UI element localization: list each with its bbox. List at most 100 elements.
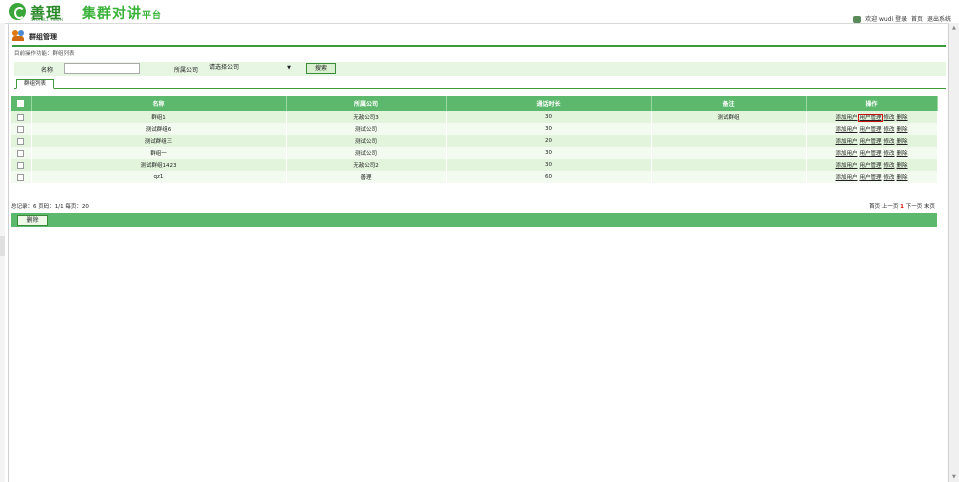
delete-link[interactable]: 删除 [897, 115, 908, 121]
cell-actions: 添加用户 用户管理 修改 删除 [806, 111, 938, 123]
table-row: 测试群组6 测试公司 30 添加用户 用户管理 修改 删除 [11, 123, 938, 135]
add-user-link[interactable]: 添加用户 [835, 163, 857, 169]
prev-page-link[interactable]: 上一页 [882, 204, 899, 210]
delete-link[interactable]: 删除 [897, 139, 908, 145]
bulk-delete-button[interactable]: 删除 [17, 215, 48, 226]
edit-link[interactable]: 修改 [884, 127, 895, 133]
cell-note [651, 147, 807, 159]
main-content: 群组管理 目前操作功能：群组列表 名称 所属公司 请选择公司 ▼ 搜索 群组列表 [8, 24, 949, 482]
table-row: 测试群组1423 无敌公司2 30 添加用户 用户管理 修改 删除 [11, 159, 938, 171]
chevron-down-icon: ▼ [287, 65, 291, 71]
checkbox-icon[interactable] [17, 125, 25, 133]
cell-note: 测试群组 [651, 111, 807, 123]
checkbox-icon[interactable] [17, 173, 25, 181]
name-search-input[interactable] [64, 63, 140, 74]
add-user-link[interactable]: 添加用户 [835, 151, 857, 157]
user-manage-link[interactable]: 用户管理 [859, 163, 881, 169]
cell-duration: 30 [446, 159, 652, 171]
cell-duration: 30 [446, 147, 652, 159]
pager: 首页 上一页 1 下一页 末页 [869, 202, 935, 210]
cell-actions: 添加用户 用户管理 修改 删除 [806, 159, 938, 171]
row-checkbox[interactable] [11, 147, 32, 159]
delete-link[interactable]: 删除 [897, 127, 908, 133]
cell-company: 测试公司 [286, 123, 447, 135]
tab-bar: 群组列表 [14, 79, 946, 89]
cell-company: 测试公司 [286, 147, 447, 159]
delete-link[interactable]: 删除 [897, 175, 908, 181]
cell-actions: 添加用户 用户管理 修改 删除 [806, 147, 938, 159]
row-checkbox[interactable] [11, 111, 32, 123]
column-header-name: 名称 [31, 96, 287, 111]
checkbox-icon[interactable] [17, 149, 25, 157]
table-row: 群组1 无敌公司3 30 测试群组 添加用户 用户管理 修改 删除 [11, 111, 938, 123]
checkbox-icon[interactable] [17, 113, 25, 121]
tab-group-list[interactable]: 群组列表 [16, 79, 54, 89]
column-header-duration: 通话时长 [446, 96, 652, 111]
column-header-actions: 操作 [806, 96, 938, 111]
scroll-down-icon[interactable]: ▼ [952, 474, 956, 480]
logout-link[interactable]: 退出系统 [927, 16, 951, 23]
breadcrumb: 目前操作功能：群组列表 [14, 51, 75, 57]
cell-actions: 添加用户 用户管理 修改 删除 [806, 171, 938, 183]
company-select-value: 请选择公司 [209, 64, 240, 71]
user-manage-link[interactable]: 用户管理 [858, 114, 883, 122]
first-page-link[interactable]: 首页 [869, 204, 880, 210]
add-user-link[interactable]: 添加用户 [835, 127, 857, 133]
platform-title: 集群对讲平台 [82, 3, 162, 23]
cell-name: 群组1 [31, 111, 287, 123]
edit-link[interactable]: 修改 [884, 163, 895, 169]
cell-company: 善理 [286, 171, 447, 183]
current-page: 1 [900, 204, 904, 210]
home-link[interactable]: 首页 [911, 16, 923, 23]
checkbox-icon[interactable] [17, 100, 25, 107]
user-manage-link[interactable]: 用户管理 [859, 151, 881, 157]
add-user-link[interactable]: 添加用户 [835, 139, 857, 145]
cell-duration: 20 [446, 135, 652, 147]
user-manage-link[interactable]: 用户管理 [859, 175, 881, 181]
row-checkbox[interactable] [11, 135, 32, 147]
edit-link[interactable]: 修改 [884, 139, 895, 145]
left-splitter-handle[interactable] [0, 236, 5, 256]
next-page-link[interactable]: 下一页 [906, 204, 923, 210]
cell-duration: 30 [446, 123, 652, 135]
delete-link[interactable]: 删除 [897, 151, 908, 157]
cell-note [651, 123, 807, 135]
edit-link[interactable]: 修改 [884, 151, 895, 157]
brand-logo-icon [9, 3, 26, 20]
scroll-up-icon[interactable]: ▲ [952, 25, 956, 31]
user-manage-link[interactable]: 用户管理 [859, 139, 881, 145]
cell-name: 测试群组三 [31, 135, 287, 147]
user-manage-link[interactable]: 用户管理 [859, 127, 881, 133]
checkbox-icon[interactable] [17, 137, 25, 145]
cell-duration: 60 [446, 171, 652, 183]
table-row: 群组一 测试公司 30 添加用户 用户管理 修改 删除 [11, 147, 938, 159]
vertical-scrollbar[interactable]: ▲ ▼ [948, 23, 959, 482]
cell-name: 测试群组6 [31, 123, 287, 135]
add-user-link[interactable]: 添加用户 [835, 115, 857, 121]
table-row: qz1 善理 60 添加用户 用户管理 修改 删除 [11, 171, 938, 183]
select-all-checkbox[interactable] [11, 96, 32, 111]
company-label: 所属公司 [174, 67, 199, 74]
row-checkbox[interactable] [11, 171, 32, 183]
cell-note [651, 159, 807, 171]
user-icon [853, 16, 862, 23]
welcome-text: 欢迎 wudi 登录 [865, 16, 908, 23]
cell-note [651, 171, 807, 183]
pagination-bar: 总记录：6 页码：1/1 每页：20 首页 上一页 1 下一页 末页 [11, 201, 937, 210]
table-row: 测试群组三 测试公司 20 添加用户 用户管理 修改 删除 [11, 135, 938, 147]
delete-link[interactable]: 删除 [897, 163, 908, 169]
search-button[interactable]: 搜索 [306, 63, 336, 74]
row-checkbox[interactable] [11, 123, 32, 135]
checkbox-icon[interactable] [17, 161, 25, 169]
cell-company: 无敌公司3 [286, 111, 447, 123]
last-page-link[interactable]: 末页 [924, 204, 935, 210]
edit-link[interactable]: 修改 [884, 175, 895, 181]
edit-link[interactable]: 修改 [884, 115, 895, 121]
brand-subtitle: SHANLI TECH [31, 17, 64, 22]
cell-actions: 添加用户 用户管理 修改 删除 [806, 135, 938, 147]
search-bar: 名称 所属公司 请选择公司 ▼ 搜索 [14, 62, 946, 76]
column-header-note: 备注 [651, 96, 807, 111]
row-checkbox[interactable] [11, 159, 32, 171]
add-user-link[interactable]: 添加用户 [835, 175, 857, 181]
company-select[interactable]: 请选择公司 ▼ [209, 63, 293, 73]
